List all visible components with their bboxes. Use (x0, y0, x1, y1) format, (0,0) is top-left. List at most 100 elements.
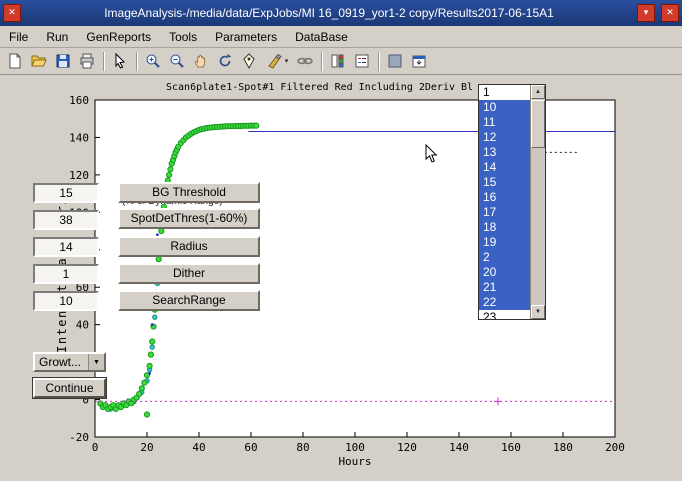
close-button[interactable]: ✕ (661, 4, 679, 22)
edit-plot-button[interactable] (108, 50, 132, 73)
menu-database[interactable]: DataBase (286, 28, 357, 46)
arrow-cursor-icon (111, 52, 129, 70)
bg-threshold-button[interactable]: BG Threshold (118, 182, 260, 203)
app-window: 020406080100120140160180200-200204060801… (0, 0, 682, 481)
svg-text:140: 140 (449, 441, 469, 454)
svg-text:160: 160 (69, 94, 89, 107)
print-figure-button[interactable] (75, 50, 99, 73)
svg-text:180: 180 (553, 441, 573, 454)
link-plot-button[interactable] (293, 50, 317, 73)
rotate-3d-button[interactable] (213, 50, 237, 73)
data-cursor-button[interactable] (237, 50, 261, 73)
zoom-in-icon (144, 52, 162, 70)
bg-threshold-input[interactable] (33, 183, 99, 203)
new-figure-button[interactable] (3, 50, 27, 73)
x-axis-label: Hours (95, 455, 615, 468)
scroll-down-icon[interactable]: ▼ (531, 305, 545, 319)
brush-dropdown-icon[interactable]: ▾ (285, 57, 289, 65)
pan-button[interactable] (189, 50, 213, 73)
list-item[interactable]: 2 (479, 250, 530, 265)
spotdetthres-button[interactable]: SpotDetThres(1-60%) (118, 208, 260, 229)
list-item[interactable]: 15 (479, 175, 530, 190)
plot-title: Scan6plate1-Spot#1 Filtered Red Includin… (166, 82, 473, 93)
open-folder-icon (30, 52, 48, 70)
chevron-down-icon[interactable]: ▼ (88, 354, 104, 370)
list-item[interactable]: 16 (479, 190, 530, 205)
scroll-up-icon[interactable]: ▲ (531, 85, 545, 99)
minimize-button[interactable]: ▾ (637, 4, 655, 22)
data-cursor-icon (240, 52, 258, 70)
hide-plot-tools-icon (386, 52, 404, 70)
svg-text:-20: -20 (69, 431, 89, 444)
list-item[interactable]: 14 (479, 160, 530, 175)
spotdetthres-input[interactable] (33, 210, 99, 230)
list-item[interactable]: 12 (479, 130, 530, 145)
svg-text:0: 0 (92, 441, 99, 454)
svg-text:60: 60 (244, 441, 257, 454)
list-item[interactable]: 11 (479, 115, 530, 130)
toolbar-separator (378, 52, 379, 71)
list-item[interactable]: 13 (479, 145, 530, 160)
searchrange-button[interactable]: SearchRange (118, 290, 260, 311)
window-menu-button[interactable]: ✕ (3, 4, 21, 22)
menu-file[interactable]: File (0, 28, 37, 46)
open-file-button[interactable] (27, 50, 51, 73)
save-floppy-icon (54, 52, 72, 70)
radius-input[interactable] (33, 237, 99, 257)
list-item[interactable]: 1 (479, 85, 530, 100)
svg-text:140: 140 (69, 131, 89, 144)
brush-icon (266, 52, 284, 70)
menu-tools[interactable]: Tools (160, 28, 206, 46)
menu-run[interactable]: Run (37, 28, 77, 46)
menu-parameters[interactable]: Parameters (206, 28, 286, 46)
dock-window-icon (410, 52, 428, 70)
list-item[interactable]: 20 (479, 265, 530, 280)
dither-input[interactable] (33, 264, 99, 284)
svg-text:200: 200 (605, 441, 625, 454)
insert-colorbar-button[interactable] (326, 50, 350, 73)
svg-text:100: 100 (345, 441, 365, 454)
save-figure-button[interactable] (51, 50, 75, 73)
menu-genreports[interactable]: GenReports (77, 28, 160, 46)
figure-toolbar: ▾ (0, 48, 682, 75)
svg-text:40: 40 (192, 441, 205, 454)
new-document-icon (6, 52, 24, 70)
zoom-out-button[interactable] (165, 50, 189, 73)
brush-button[interactable]: ▾ (261, 50, 293, 73)
toolbar-separator (136, 52, 137, 71)
rotate-icon (216, 52, 234, 70)
svg-text:120: 120 (397, 441, 417, 454)
radius-button[interactable]: Radius (118, 236, 260, 257)
list-item[interactable]: 19 (479, 235, 530, 250)
list-item[interactable]: 18 (479, 220, 530, 235)
svg-text:80: 80 (296, 441, 309, 454)
colorbar-icon (329, 52, 347, 70)
svg-text:160: 160 (501, 441, 521, 454)
mouse-cursor (425, 144, 441, 164)
spot-number-list-rows: 1 10 11 12 13 14 15 16 17 18 19 2 20 21 … (479, 85, 530, 319)
continue-button[interactable]: Continue (33, 378, 106, 398)
hide-plot-tools-button[interactable] (383, 50, 407, 73)
list-item[interactable]: 23 (479, 310, 530, 319)
insert-legend-button[interactable] (350, 50, 374, 73)
titlebar[interactable]: ✕ ImageAnalysis-/media/data/ExpJobs/MI 1… (0, 0, 682, 26)
window-title: ImageAnalysis-/media/data/ExpJobs/MI 16_… (24, 6, 634, 20)
list-item[interactable]: 22 (479, 295, 530, 310)
searchrange-input[interactable] (33, 291, 99, 311)
zoom-in-button[interactable] (141, 50, 165, 73)
spot-list-scrollbar[interactable]: ▲ ▼ (530, 85, 545, 319)
toolbar-separator (103, 52, 104, 71)
dock-figure-button[interactable] (407, 50, 431, 73)
svg-text:20: 20 (140, 441, 153, 454)
zoom-out-icon (168, 52, 186, 70)
growth-dropdown[interactable]: Growt... ▼ (33, 352, 106, 372)
spot-number-list: 1 10 11 12 13 14 15 16 17 18 19 2 20 21 … (478, 84, 546, 320)
svg-text:40: 40 (76, 319, 89, 332)
list-item[interactable]: 21 (479, 280, 530, 295)
list-item[interactable]: 10 (479, 100, 530, 115)
toolbar-separator (321, 52, 322, 71)
dither-button[interactable]: Dither (118, 263, 260, 284)
scrollbar-thumb[interactable] (531, 100, 545, 148)
printer-icon (78, 52, 96, 70)
list-item[interactable]: 17 (479, 205, 530, 220)
